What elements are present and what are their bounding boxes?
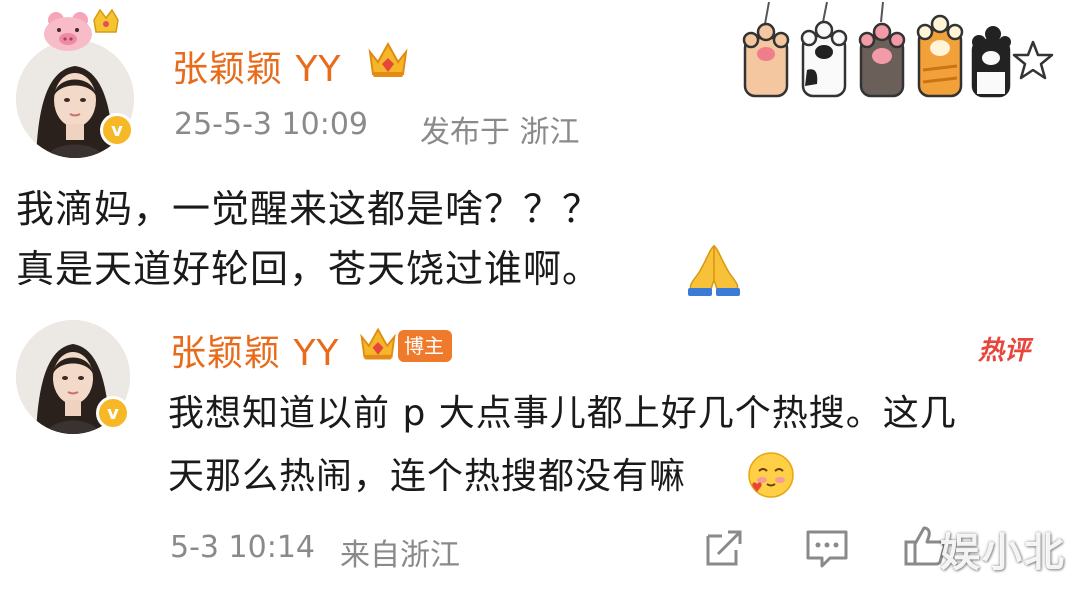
post-username[interactable]: 张颖颖 YY [172,40,341,92]
crown-icon [366,38,410,82]
blogger-badge: 博主 [398,330,452,362]
cat-paw-icon [971,26,1011,98]
share-icon[interactable] [702,526,746,570]
reply-text-line-2: 天那么热闹，连个热搜都没有嘛 [168,456,687,497]
verified-icon: v [100,113,134,147]
post-location: 发布于 浙江 [420,115,580,150]
crown-icon [358,324,398,364]
paw-decoration [735,0,1055,100]
post-text-line-2: 真是天道好轮回，苍天饶过谁啊。 [16,247,602,291]
cat-paw-icon [858,1,906,98]
star-icon [1012,40,1054,80]
post-text-line-1: 我滴妈，一觉醒来这都是啥？？？ [16,187,602,231]
comment-icon[interactable] [804,526,850,570]
post-timestamp: 25-5-3 10:09 [174,107,368,142]
shy-face-emoji-icon [746,450,796,500]
reply-text-line-1: 我想知道以前 p 大点事儿都上好几个热搜。这几 [168,393,957,434]
reply-source: 来自浙江 [340,538,460,573]
watermark: 娱小北 [940,530,1066,576]
reply-username[interactable]: 张颖颖 YY [170,324,339,376]
verified-icon: v [96,396,130,430]
cat-paw-icon [800,1,848,98]
reply-timestamp: 5-3 10:14 [170,530,315,565]
praying-hands-icon [684,240,744,298]
pig-crown-avatar-decoration [34,6,124,52]
cat-paw-icon [742,1,790,98]
hot-comment-badge: 热评 [978,336,1031,366]
cat-paw-icon [916,14,964,98]
